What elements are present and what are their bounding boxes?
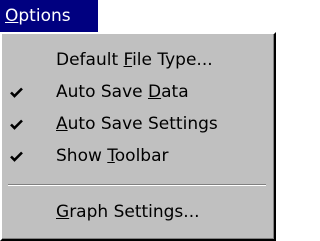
options-menu-title-mnemonic: O	[5, 6, 19, 26]
checkmark-icon	[10, 119, 23, 130]
label-post: ata	[161, 82, 189, 102]
options-menu-screen: Options Default File Type... Auto Save D…	[0, 0, 276, 241]
label-mnemonic: F	[123, 50, 133, 70]
options-dropdown: Default File Type... Auto Save Data Auto…	[0, 32, 276, 241]
label-mnemonic: T	[107, 146, 115, 166]
label-post: raph Settings...	[69, 202, 200, 222]
options-menu-title[interactable]: Options	[0, 0, 98, 32]
menu-item-graph-settings-label: Graph Settings...	[56, 196, 200, 228]
menu-item-graph-settings[interactable]: Graph Settings...	[2, 196, 274, 228]
menu-item-auto-save-settings-label: Auto Save Settings	[56, 108, 218, 140]
checkmark-icon	[10, 151, 23, 162]
label-post: oolbar	[114, 146, 169, 166]
label-mnemonic: D	[148, 82, 162, 102]
label-pre: Auto Save	[56, 82, 149, 102]
menu-item-show-toolbar-label: Show Toolbar	[56, 140, 169, 172]
menu-separator	[8, 184, 266, 186]
menu-item-auto-save-settings[interactable]: Auto Save Settings	[2, 108, 274, 140]
label-mnemonic: G	[56, 202, 70, 222]
options-menu-title-rest: ptions	[18, 6, 71, 26]
label-post: uto Save Settings	[67, 114, 218, 134]
menu-item-show-toolbar[interactable]: Show Toolbar	[2, 140, 274, 172]
label-post: ile Type...	[132, 50, 213, 70]
menu-item-default-file-type-label: Default File Type...	[56, 44, 213, 76]
label-mnemonic: A	[56, 114, 68, 134]
checkmark-icon	[10, 87, 23, 98]
menu-item-default-file-type[interactable]: Default File Type...	[2, 44, 274, 76]
menu-item-auto-save-data[interactable]: Auto Save Data	[2, 76, 274, 108]
menu-item-auto-save-data-label: Auto Save Data	[56, 76, 189, 108]
label-pre: Show	[56, 146, 108, 166]
label-pre: Default	[56, 50, 124, 70]
